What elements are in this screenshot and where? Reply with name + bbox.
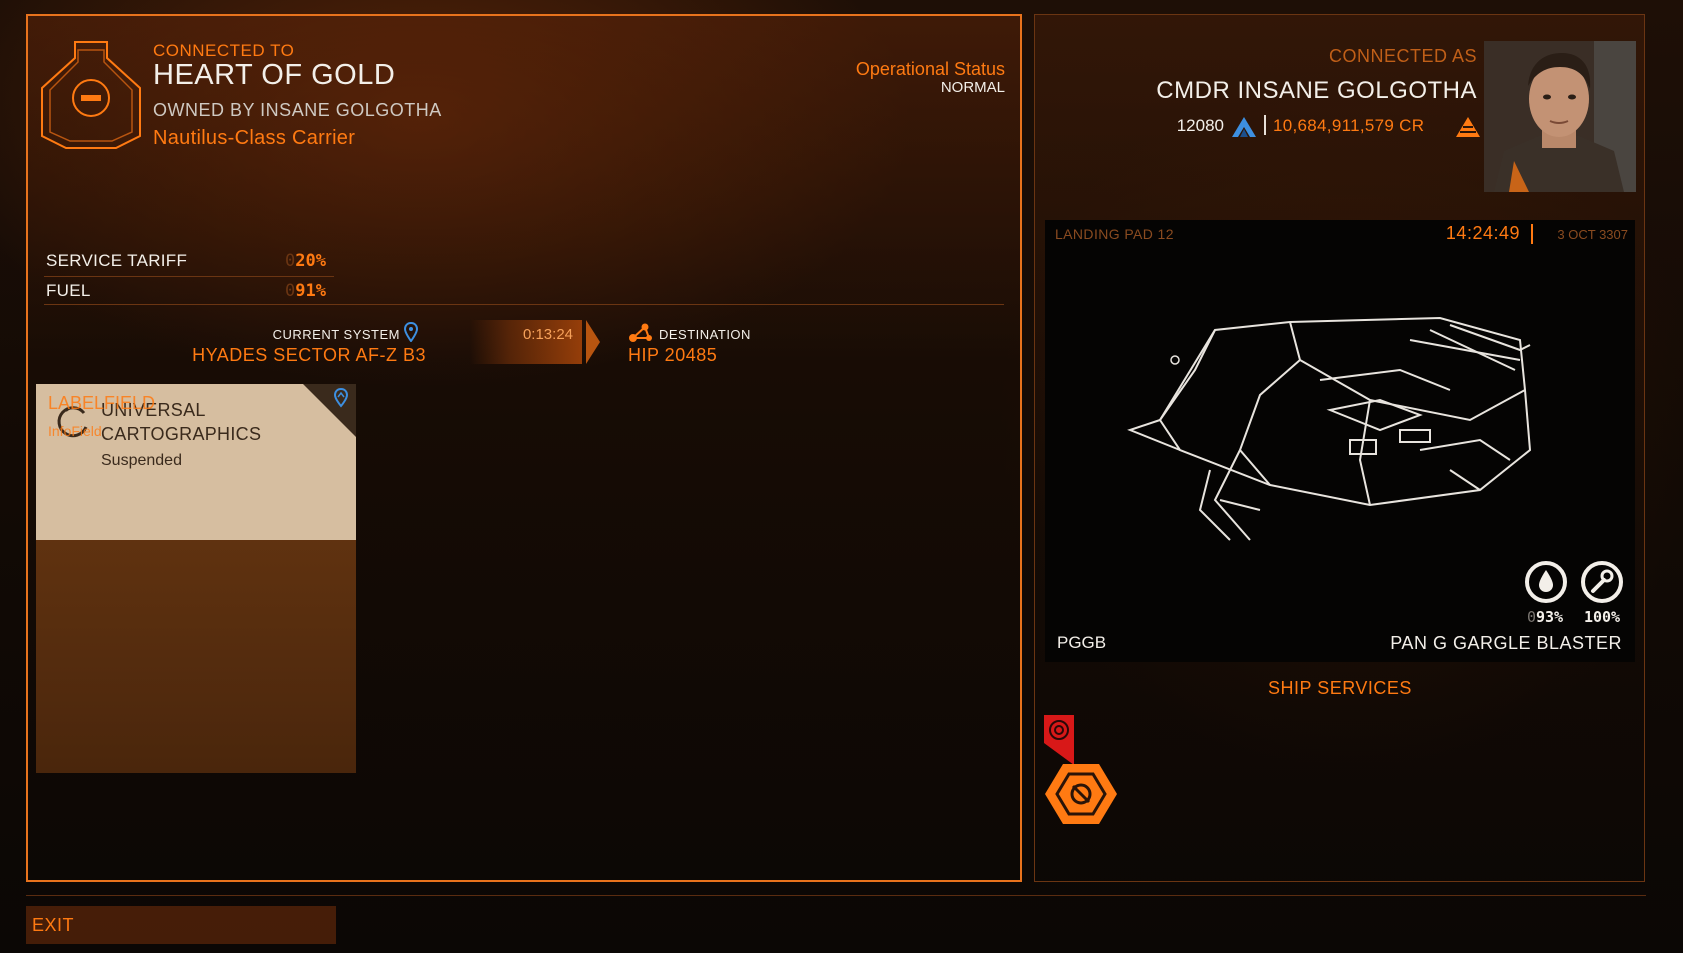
stat-value: 091%	[285, 281, 326, 301]
jump-arrow-icon	[586, 320, 600, 364]
current-system-label: CURRENT SYSTEM	[272, 327, 400, 342]
carrier-class: Nautilus-Class Carrier	[153, 127, 356, 149]
card-corner-icon	[303, 384, 356, 437]
carrier-name: HEART OF GOLD	[153, 59, 396, 91]
service-card-status: Suspended	[101, 452, 182, 469]
ship-services-heading: SHIP SERVICES	[1268, 678, 1412, 698]
fuel-gauge-icon	[1525, 561, 1567, 603]
exit-button[interactable]: EXIT	[26, 906, 336, 944]
hull-percent: 100%	[1583, 608, 1621, 626]
game-clock: 14:24:49	[1445, 223, 1520, 243]
stat-value: 020%	[285, 251, 326, 271]
outfitting-service-icon[interactable]	[1043, 758, 1119, 830]
carrier-emblem-icon	[41, 41, 141, 149]
stat-label: FUEL	[46, 281, 91, 300]
operational-status-value: NORMAL	[940, 79, 1005, 96]
jump-timer: 0:13:24	[522, 326, 573, 343]
stats-divider	[44, 304, 1004, 305]
rank-value: 12080	[1176, 116, 1224, 135]
stat-label: SERVICE TARIFF	[46, 251, 188, 270]
route-icon	[629, 323, 652, 342]
separator	[1264, 115, 1266, 135]
exit-label: EXIT	[32, 915, 75, 935]
portrait-image	[1484, 41, 1636, 192]
credits-balance: 10,684,911,579 CR	[1273, 116, 1425, 135]
separator	[1531, 224, 1533, 244]
rank-icon	[1232, 117, 1256, 137]
connected-to-label: CONNECTED TO	[153, 41, 295, 60]
destination-label: DESTINATION	[659, 327, 751, 342]
debug-label-field: LABELFIELD	[48, 393, 156, 413]
hull-integrity-icon	[1581, 561, 1623, 603]
commander-name: CMDR INSANE GOLGOTHA	[1156, 77, 1477, 104]
connected-as-label: CONNECTED AS	[1328, 46, 1477, 66]
debug-info-field: InfoField	[48, 423, 102, 439]
ship-ident: PGGB	[1057, 633, 1107, 652]
ship-wireframe-image	[1127, 316, 1532, 541]
footer-divider	[26, 895, 1646, 896]
carrier-owner: OWNED BY INSANE GOLGOTHA	[153, 100, 442, 120]
landing-pad-label: LANDING PAD 12	[1055, 226, 1174, 242]
location-pin-icon	[404, 322, 418, 342]
stat-row-tariff: SERVICE TARIFF 020%	[44, 246, 334, 277]
current-system-name: HYADES SECTOR AF-Z B3	[192, 345, 426, 365]
destination-name: HIP 20485	[628, 345, 718, 365]
commander-avatar[interactable]	[1484, 41, 1636, 192]
operational-status-label: Operational Status	[855, 59, 1005, 79]
game-date: 3 OCT 3307	[1557, 227, 1628, 242]
ship-model: PAN G GARGLE BLASTER	[1390, 633, 1622, 653]
credits-icon	[1456, 117, 1480, 137]
fuel-percent: 093%	[1526, 608, 1564, 626]
stat-row-fuel: FUEL 091%	[44, 276, 334, 306]
